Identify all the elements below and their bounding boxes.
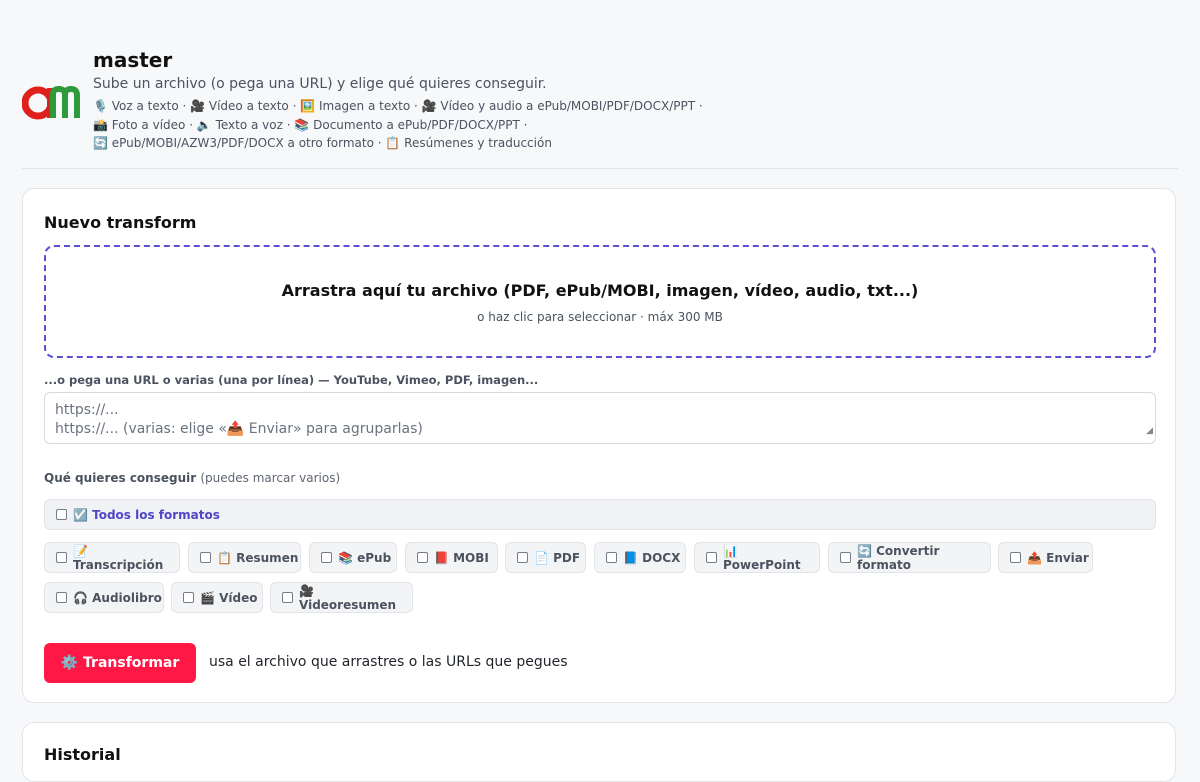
transform-hint: usa el archivo que arrastres o las URLs …	[209, 654, 568, 670]
url-placeholder-line: https://...	[55, 402, 119, 418]
option-transcripcion[interactable]: 📝 Transcripción	[44, 542, 180, 573]
dropzone-subtitle: o haz clic para seleccionar · máx 300 MB	[477, 310, 723, 324]
checkbox[interactable]	[56, 552, 67, 563]
checkbox[interactable]	[517, 552, 528, 563]
url-label: ...o pega una URL o varias (una por líne…	[44, 373, 539, 387]
option-label: 📚 ePub	[338, 550, 392, 565]
option-label: 📋 Resumen	[217, 550, 299, 565]
checkbox[interactable]	[200, 552, 211, 563]
option-epub[interactable]: 📚 ePub	[309, 542, 397, 573]
option-label: 🔄 Convertir formato	[857, 543, 940, 572]
option-videoresumen[interactable]: 🎥 Videoresumen	[270, 582, 413, 613]
url-textarea[interactable]: https://... https://... (varias: elige «…	[44, 392, 1156, 444]
checkbox[interactable]	[840, 552, 851, 563]
feature-line: 🎙️ Voz a texto · 🎥 Vídeo a texto · 🖼️ Im…	[93, 99, 703, 113]
option-label: 📕 MOBI	[434, 550, 489, 565]
option-mobi[interactable]: 📕 MOBI	[405, 542, 498, 573]
page-header: master Sube un archivo (o pega una URL) …	[22, 0, 1178, 169]
checkbox[interactable]	[417, 552, 428, 563]
option-enviar[interactable]: 📤 Enviar	[998, 542, 1093, 573]
checkbox[interactable]	[606, 552, 617, 563]
checkbox[interactable]	[56, 592, 67, 603]
feature-line: 📸 Foto a vídeo · 🔈 Texto a voz · 📚 Docum…	[93, 117, 528, 132]
feature-line: 🔄 ePub/MOBI/AZW3/PDF/DOCX a otro formato…	[93, 136, 552, 150]
option-label: 📊 PowerPoint	[723, 543, 801, 572]
checkbox[interactable]	[321, 552, 332, 563]
option-label: ☑️ Todos los formatos	[73, 507, 220, 522]
option-convertir-formato[interactable]: 🔄 Convertir formato	[828, 542, 991, 573]
option-label: 📤 Enviar	[1027, 550, 1089, 565]
option-resumen[interactable]: 📋 Resumen	[188, 542, 301, 573]
history-card: Historial	[22, 722, 1176, 782]
option-label: 🎬 Vídeo	[200, 590, 258, 605]
app-logo	[22, 85, 80, 120]
app-title: master	[93, 48, 173, 72]
option-label: 🎧 Audiolibro	[73, 590, 162, 605]
option-powerpoint[interactable]: 📊 PowerPoint	[694, 542, 820, 573]
checkbox[interactable]	[282, 592, 293, 603]
card-title: Nuevo transform	[44, 213, 197, 232]
option-label: 📝 Transcripción	[73, 543, 164, 572]
checkbox[interactable]	[56, 509, 67, 520]
app-subtitle: Sube un archivo (o pega una URL) y elige…	[93, 76, 547, 92]
header-text: master Sube un archivo (o pega una URL) …	[93, 48, 703, 153]
option-audiolibro[interactable]: 🎧 Audiolibro	[44, 582, 164, 613]
goal-label: Qué quieres conseguir (puedes marcar var…	[44, 471, 340, 485]
option-label: 📄 PDF	[534, 550, 581, 565]
option-video[interactable]: 🎬 Vídeo	[171, 582, 263, 613]
checkbox[interactable]	[1010, 552, 1021, 563]
transform-button[interactable]: ⚙️ Transformar	[44, 643, 196, 683]
file-dropzone[interactable]: Arrastra aquí tu archivo (PDF, ePub/MOBI…	[44, 245, 1156, 358]
checkbox[interactable]	[706, 552, 717, 563]
goal-hint: (puedes marcar varios)	[200, 471, 341, 485]
new-transform-card: Nuevo transform Arrastra aquí tu archivo…	[22, 188, 1176, 703]
goal-label-text: Qué quieres conseguir	[44, 471, 197, 485]
url-placeholder-line: https://... (varias: elige «📤 Enviar» pa…	[55, 421, 423, 437]
option-pdf[interactable]: 📄 PDF	[505, 542, 586, 573]
option-label: 📘 DOCX	[623, 550, 681, 565]
resize-handle-icon[interactable]: ◢	[1146, 422, 1153, 441]
option-docx[interactable]: 📘 DOCX	[594, 542, 686, 573]
dropzone-title: Arrastra aquí tu archivo (PDF, ePub/MOBI…	[281, 281, 919, 300]
option-all-formats[interactable]: ☑️ Todos los formatos	[44, 499, 1156, 530]
checkbox[interactable]	[183, 592, 194, 603]
history-title: Historial	[44, 745, 121, 764]
option-label: 🎥 Videoresumen	[299, 583, 397, 612]
